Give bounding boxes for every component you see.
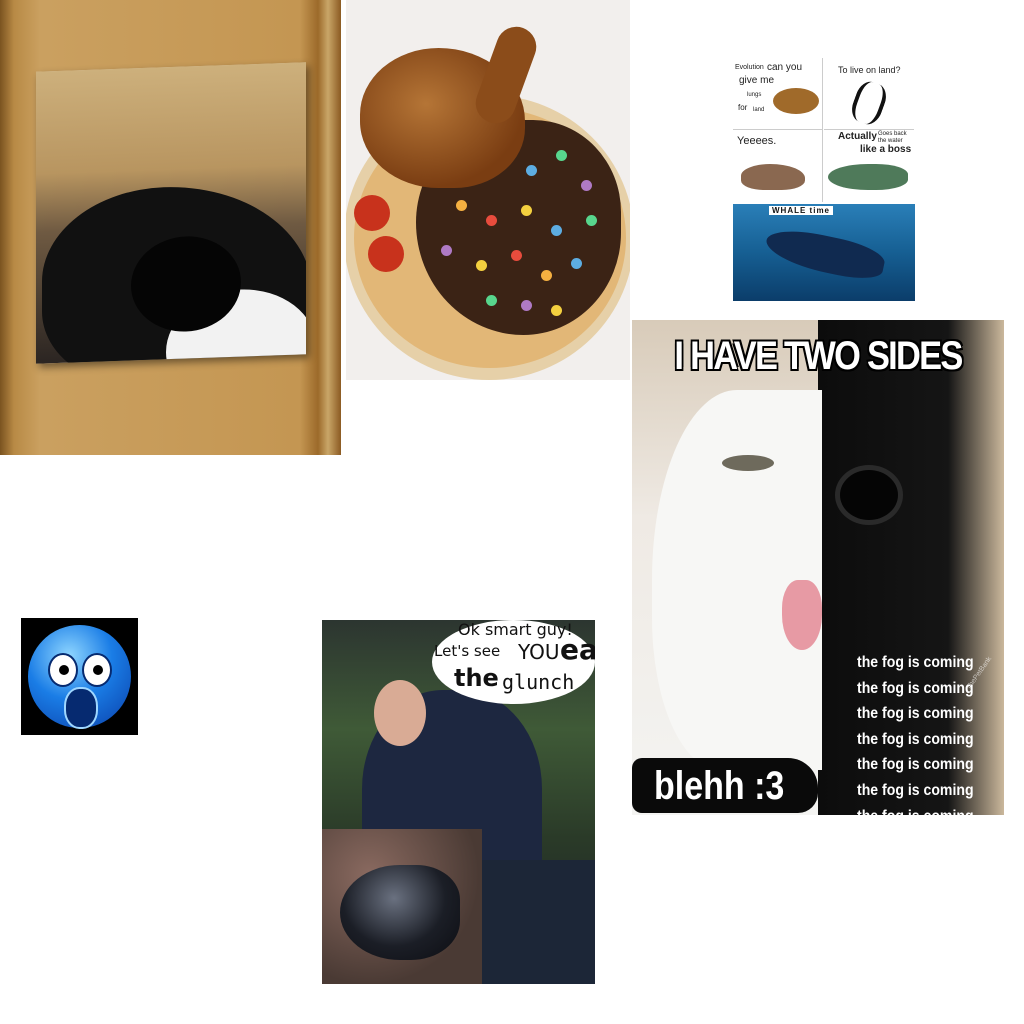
fog-line: the fog is coming bbox=[857, 781, 974, 799]
fog-line: the fog is coming bbox=[857, 679, 974, 697]
bubble-text: YOU bbox=[518, 640, 560, 664]
meme-text: Goes back bbox=[878, 131, 907, 137]
mammal-drawing bbox=[741, 164, 805, 190]
meme-text: To live on land? bbox=[838, 65, 901, 75]
meme-text: like a boss bbox=[860, 144, 912, 155]
fog-line: the fog is coming bbox=[857, 705, 974, 723]
cat-canvas-photo bbox=[0, 0, 341, 455]
black-cat-eye bbox=[840, 470, 898, 520]
candy bbox=[456, 200, 467, 211]
candy bbox=[521, 205, 532, 216]
candy bbox=[486, 215, 497, 226]
chicken-pizza-photo bbox=[346, 0, 630, 380]
meme-panel-1: Evolution can you give me lungs for land bbox=[733, 58, 823, 130]
tomato-slice bbox=[368, 236, 404, 272]
candy bbox=[476, 260, 487, 271]
candy bbox=[521, 300, 532, 311]
glunch-blob bbox=[340, 865, 460, 960]
candy bbox=[556, 150, 567, 161]
meme-text: give me bbox=[739, 75, 775, 86]
evolution-meme: Evolution can you give me lungs for land… bbox=[733, 58, 915, 301]
meme-text: Evolution bbox=[735, 64, 764, 71]
bubble-text: Ok smart guy! bbox=[458, 620, 573, 639]
cat-tongue bbox=[782, 580, 822, 650]
meme-panel-2: To live on land? bbox=[824, 58, 914, 130]
fog-line: the fog is coming bbox=[857, 804, 974, 815]
bubble-text: Let's see bbox=[434, 642, 501, 660]
candy bbox=[541, 270, 552, 281]
cat-portrait-canvas bbox=[36, 62, 306, 364]
table bbox=[482, 860, 595, 984]
candy bbox=[486, 295, 497, 306]
white-cat-eye bbox=[722, 455, 774, 471]
emoji-pupil bbox=[93, 665, 103, 675]
meme-caption: blehh :3 bbox=[654, 764, 785, 808]
candy bbox=[551, 225, 562, 236]
candy bbox=[586, 215, 597, 226]
emoji-mouth bbox=[64, 687, 98, 729]
dna-icon bbox=[847, 78, 891, 128]
bubble-text: glunch bbox=[502, 670, 575, 694]
fog-line: the fog is coming bbox=[857, 654, 974, 671]
emoji-face bbox=[28, 625, 131, 729]
candy bbox=[551, 305, 562, 316]
meme-panel-3: Yeeees. bbox=[733, 130, 823, 202]
whale-label: WHALE time bbox=[769, 206, 833, 215]
candy bbox=[526, 165, 537, 176]
two-sides-cat-meme: I HAVE TWO SIDES the fog is coming the f… bbox=[632, 320, 1004, 815]
glunch-meme: Ok smart guy! Let's see YOU eat the glun… bbox=[322, 620, 595, 984]
meme-text: Actually bbox=[838, 131, 877, 142]
meme-text: lungs bbox=[747, 92, 762, 98]
shocked-emoji bbox=[21, 618, 138, 735]
bubble-text: the bbox=[454, 664, 499, 692]
fish-drawing bbox=[773, 88, 819, 114]
emoji-eye bbox=[48, 653, 78, 687]
person-face bbox=[374, 680, 426, 746]
candy bbox=[581, 180, 592, 191]
tomato-slice bbox=[354, 195, 390, 231]
meme-text: land bbox=[753, 107, 765, 113]
emoji-pupil bbox=[59, 665, 69, 675]
emoji-eye bbox=[82, 653, 112, 687]
meme-panel-4: Actually Goes back the water like a boss bbox=[824, 130, 914, 202]
fog-line: the fog is coming bbox=[857, 756, 974, 774]
meme-text: can you bbox=[767, 62, 803, 73]
bubble-text: eat bbox=[560, 633, 595, 666]
meme-title: I HAVE TWO SIDES bbox=[674, 334, 963, 378]
ancestor-whale-drawing bbox=[828, 164, 908, 190]
candy bbox=[511, 250, 522, 261]
meme-text: for bbox=[738, 103, 748, 112]
fog-text: the fog is coming the fog is coming the … bbox=[857, 650, 974, 815]
candy bbox=[441, 245, 452, 256]
candy bbox=[571, 258, 582, 269]
meme-text: Yeeees. bbox=[737, 135, 777, 147]
fog-line: the fog is coming bbox=[857, 730, 974, 748]
